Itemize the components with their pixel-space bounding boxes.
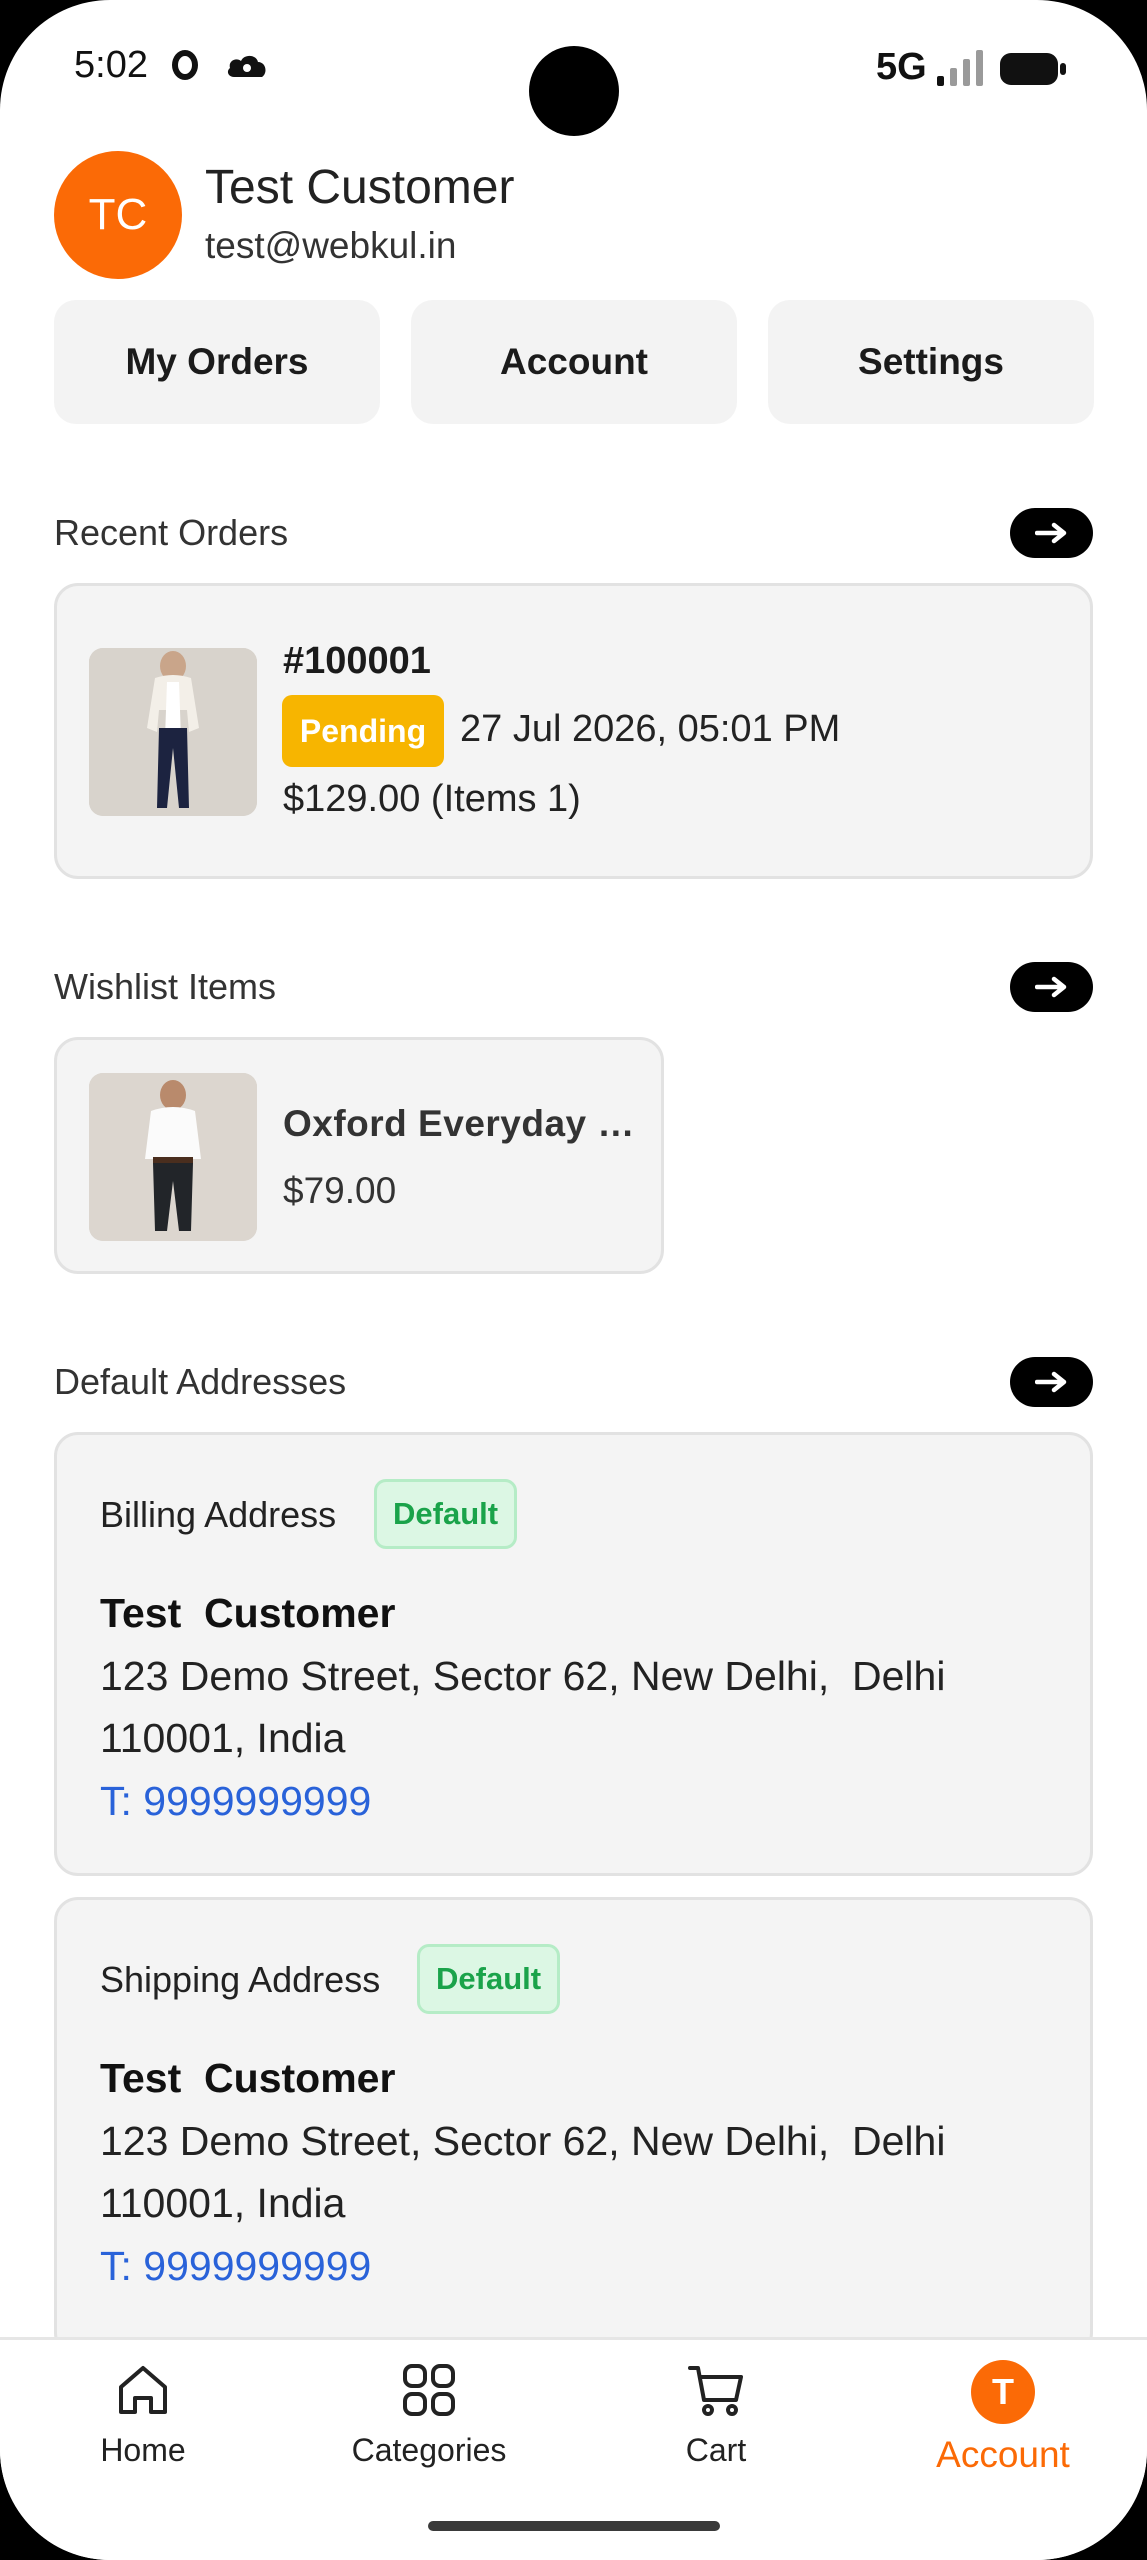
nav-categories[interactable]: Categories	[329, 2360, 529, 2469]
addresses-view-all-button[interactable]	[1010, 1357, 1093, 1407]
shipping-default-badge: Default	[417, 1944, 561, 2014]
account-button[interactable]: Account	[411, 300, 737, 424]
wishlist-item-price: $79.00	[283, 1170, 397, 1211]
my-orders-button[interactable]: My Orders	[54, 300, 380, 424]
wishlist-product-image	[89, 1073, 257, 1241]
billing-address-line: 123 Demo Street, Sector 62, New Delhi, D…	[100, 1653, 957, 1761]
account-avatar: T	[971, 2360, 1035, 2424]
home-icon	[119, 2366, 167, 2414]
cloud-icon	[227, 55, 266, 77]
arrow-right-icon	[1034, 976, 1066, 998]
shipping-phone-link[interactable]: T: 9999999999	[100, 2243, 371, 2290]
billing-phone-link[interactable]: T: 9999999999	[100, 1778, 371, 1825]
recent-orders-title: Recent Orders	[54, 512, 289, 553]
addresses-title: Default Addresses	[54, 1361, 347, 1402]
wishlist-item-name: Oxford Everyday …	[283, 1103, 635, 1144]
status-badge: Pending	[282, 695, 444, 767]
arrow-right-icon	[1034, 1371, 1066, 1393]
wishlist-view-all-button[interactable]	[1010, 962, 1093, 1012]
recent-orders-view-all-button[interactable]	[1010, 508, 1093, 558]
shipping-address-line: 123 Demo Street, Sector 62, New Delhi, D…	[100, 2118, 957, 2226]
camera-cutout	[529, 46, 619, 136]
nav-home[interactable]: Home	[43, 2360, 243, 2469]
order-product-image	[89, 648, 257, 816]
order-number: #100001	[283, 640, 431, 682]
signal-icon	[937, 50, 983, 86]
billing-address-label: Billing Address	[100, 1494, 337, 1535]
customer-email: test@webkul.in	[205, 225, 457, 266]
customer-name: Test Customer	[205, 161, 515, 214]
order-total: $129.00 (Items 1)	[283, 778, 581, 820]
status-bar: 5:02 5G	[0, 0, 1147, 140]
shipping-name: Test Customer	[100, 2055, 396, 2101]
nav-cart[interactable]: Cart	[616, 2360, 816, 2469]
wishlist-title: Wishlist Items	[54, 966, 277, 1007]
avatar: TC	[54, 151, 182, 279]
network-type: 5G	[876, 46, 927, 88]
nav-categories-label: Categories	[351, 2432, 507, 2468]
billing-name: Test Customer	[100, 1590, 396, 1636]
phone-screen: 5:02 5G TC Test Customer test@webkul.in …	[0, 0, 1147, 2560]
cart-icon	[688, 2366, 743, 2416]
shipping-address-label: Shipping Address	[100, 1959, 381, 2000]
home-indicator[interactable]	[428, 2521, 720, 2531]
nav-cart-label: Cart	[685, 2432, 747, 2468]
ring-icon	[172, 50, 198, 80]
battery-icon	[1000, 53, 1066, 85]
status-time: 5:02	[74, 44, 148, 86]
grid-icon	[403, 2364, 455, 2416]
settings-button[interactable]: Settings	[768, 300, 1094, 424]
nav-home-label: Home	[100, 2432, 186, 2468]
arrow-right-icon	[1034, 522, 1066, 544]
wishlist-item-card[interactable]	[54, 1037, 664, 1274]
nav-account[interactable]: T Account	[903, 2360, 1103, 2476]
nav-account-label: Account	[936, 2434, 1070, 2475]
billing-default-badge: Default	[374, 1479, 518, 1549]
order-date: 27 Jul 2026, 05:01 PM	[460, 708, 841, 750]
